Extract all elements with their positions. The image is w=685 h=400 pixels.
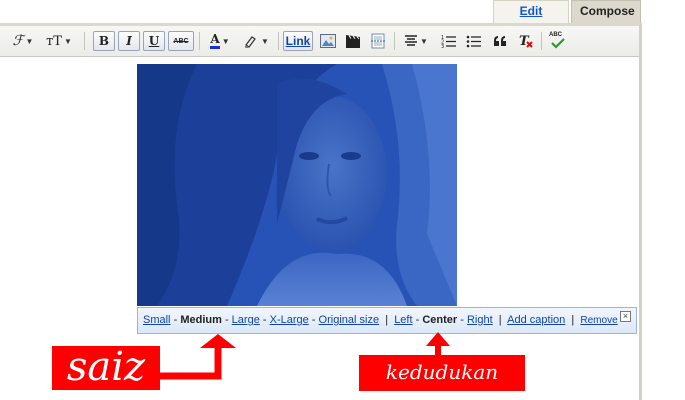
font-size-button[interactable]: тT ▼ bbox=[42, 31, 76, 51]
annotation-kedudukan-label: kedudukan bbox=[359, 355, 525, 391]
separator-pipe: | bbox=[498, 314, 502, 326]
image-options-bar: Small - Medium - Large - X-Large - Origi… bbox=[137, 307, 637, 334]
size-large-link[interactable]: Large bbox=[232, 314, 260, 326]
text-color-icon: A bbox=[210, 33, 220, 49]
separator-pipe: | bbox=[385, 314, 389, 326]
size-xlarge-link[interactable]: X-Large bbox=[270, 314, 309, 326]
separator-dash: - bbox=[262, 314, 267, 326]
toolbar-separator bbox=[84, 32, 85, 50]
close-icon[interactable]: × bbox=[620, 311, 631, 322]
chevron-down-icon: ▼ bbox=[25, 36, 34, 46]
quote-icon bbox=[494, 36, 506, 46]
blockquote-button[interactable] bbox=[489, 31, 511, 51]
spellcheck-button[interactable]: ABC bbox=[546, 31, 570, 51]
separator-dash: - bbox=[311, 314, 316, 326]
toolbar-separator bbox=[199, 32, 200, 50]
editor-mode-tabs: Edit HTML Compose bbox=[0, 0, 685, 38]
highlight-color-button[interactable]: ▼ bbox=[240, 31, 272, 51]
bold-button[interactable]: B bbox=[93, 31, 115, 51]
page-break-icon bbox=[371, 33, 385, 49]
link-button[interactable]: Link bbox=[283, 31, 313, 51]
spellcheck-icon: ABC bbox=[549, 32, 567, 50]
chevron-down-icon: ▼ bbox=[261, 36, 269, 46]
align-right-link[interactable]: Right bbox=[467, 314, 493, 326]
portrait-image bbox=[137, 64, 457, 306]
chevron-down-icon: ▼ bbox=[420, 36, 428, 46]
chevron-down-icon: ▼ bbox=[221, 36, 230, 46]
text-color-button[interactable]: A ▼ bbox=[204, 31, 236, 51]
insert-image-button[interactable] bbox=[317, 31, 339, 51]
align-justify-icon bbox=[405, 35, 418, 46]
italic-button[interactable]: I bbox=[118, 31, 140, 51]
underline-button[interactable]: U bbox=[143, 31, 165, 51]
tab-edit-html[interactable]: Edit HTML bbox=[493, 0, 569, 38]
video-clapper-icon bbox=[346, 34, 360, 48]
font-icon: ℱ bbox=[12, 33, 24, 49]
clear-format-icon: T bbox=[519, 34, 533, 49]
align-center-selected: Center bbox=[422, 314, 458, 326]
bulleted-list-button[interactable] bbox=[463, 31, 485, 51]
font-family-button[interactable]: ℱ ▼ bbox=[8, 31, 38, 51]
toolbar-separator bbox=[541, 32, 542, 50]
size-medium-selected: Medium bbox=[180, 314, 222, 326]
formatting-toolbar: ℱ ▼ тT ▼ B I U ABC A ▼ ▼ Link ▼ 123 T ABC bbox=[0, 26, 639, 57]
numbered-list-icon: 123 bbox=[441, 35, 456, 48]
size-small-link[interactable]: Small bbox=[143, 314, 171, 326]
align-left-link[interactable]: Left bbox=[394, 314, 412, 326]
remove-image-link[interactable]: Remove bbox=[580, 315, 617, 326]
bulleted-list-icon bbox=[466, 35, 481, 48]
separator-dash: - bbox=[460, 314, 464, 326]
toolbar-separator bbox=[394, 32, 395, 50]
strikethrough-button[interactable]: ABC bbox=[168, 31, 194, 51]
separator-dash: - bbox=[224, 314, 229, 326]
highlighter-icon bbox=[245, 36, 256, 48]
align-button[interactable]: ▼ bbox=[399, 31, 433, 51]
chevron-down-icon: ▼ bbox=[63, 36, 72, 46]
tab-compose[interactable]: Compose bbox=[571, 0, 641, 23]
numbered-list-button[interactable]: 123 bbox=[438, 31, 460, 51]
toolbar-separator bbox=[278, 32, 279, 50]
size-original-link[interactable]: Original size bbox=[319, 314, 380, 326]
annotation-saiz-label: saiz bbox=[52, 346, 160, 390]
inserted-photo[interactable] bbox=[137, 64, 457, 306]
image-icon bbox=[320, 34, 336, 48]
add-caption-link[interactable]: Add caption bbox=[507, 314, 565, 326]
insert-video-button[interactable] bbox=[342, 31, 364, 51]
separator-dash: - bbox=[173, 314, 178, 326]
separator-pipe: | bbox=[571, 314, 575, 326]
separator-dash: - bbox=[415, 314, 420, 326]
font-size-icon: тT bbox=[46, 33, 62, 49]
svg-text:3: 3 bbox=[441, 44, 444, 48]
jump-break-button[interactable] bbox=[367, 31, 389, 51]
remove-formatting-button[interactable]: T bbox=[515, 31, 537, 51]
